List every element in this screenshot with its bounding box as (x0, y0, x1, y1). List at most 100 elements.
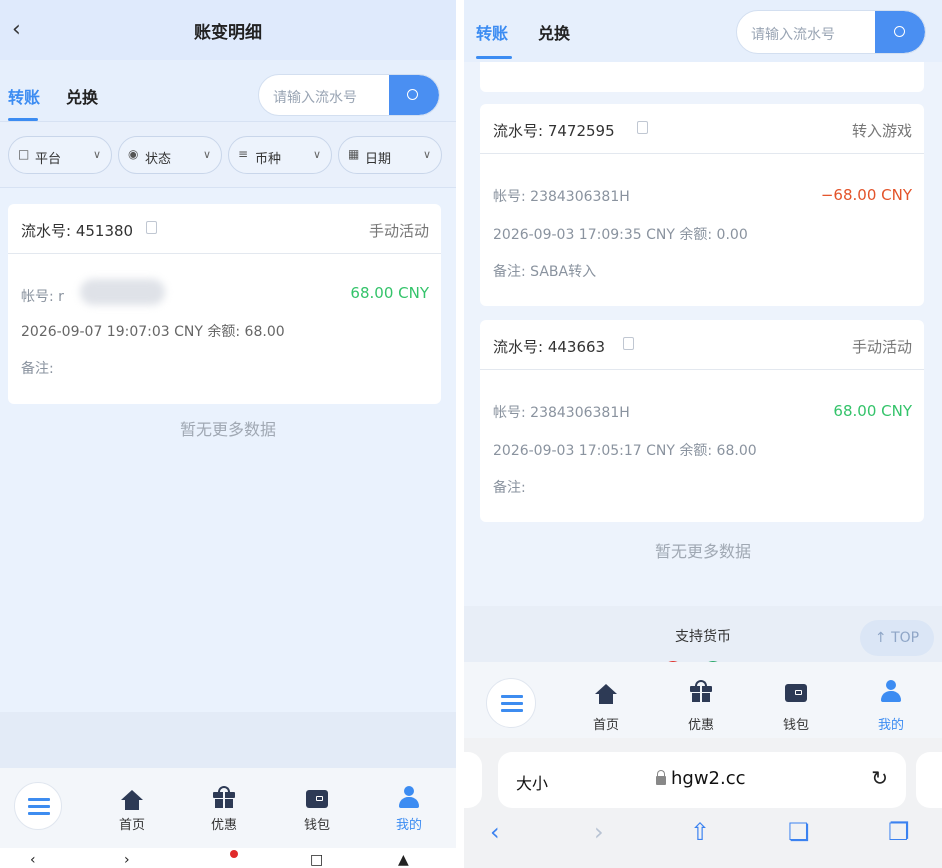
chevron-down-icon: ∨ (92, 148, 101, 161)
gift-icon (213, 786, 235, 808)
tab-transfer[interactable]: 转账 (476, 20, 508, 44)
bookmarks-icon[interactable]: ❏ (788, 818, 810, 846)
left-screen: ‹ 账变明细 转账 兑换 请输入流水号 □ 平台 ∨ ◉ 状态 ∨ ≡ 币种 ∨ (0, 0, 456, 868)
tabs-icon[interactable]: ▲ (398, 852, 409, 868)
tab-exchange[interactable]: 兑换 (538, 20, 570, 44)
prev-tab-edge (464, 752, 482, 808)
back-arrow-icon[interactable]: ‹ (490, 818, 500, 846)
amount: 68.00 CNY (350, 284, 429, 302)
filter-platform[interactable]: □ 平台 ∨ (8, 136, 112, 174)
amount: 68.00 CNY (833, 402, 912, 420)
nav-mine-label: 我的 (395, 818, 422, 833)
url-text[interactable]: hgw2.cc (671, 768, 746, 789)
previous-card-bottom (480, 62, 924, 92)
calendar-icon: ▦ (348, 147, 360, 161)
search-input[interactable]: 请输入流水号 (273, 87, 357, 107)
search-button[interactable] (389, 75, 439, 115)
menu-icon-bar (28, 805, 50, 808)
nav-mine[interactable]: 我的 (856, 662, 926, 738)
record-type: 转入游戏 (851, 122, 912, 140)
nav-promotions-label: 优惠 (210, 818, 237, 833)
nav-wallet-label: 钱包 (782, 718, 809, 733)
search-input[interactable]: 请输入流水号 (751, 24, 835, 44)
record-card-header: 流水号: 443663 手动活动 (480, 320, 924, 370)
remark: 备注: (21, 361, 54, 377)
nav-home[interactable]: 首页 (97, 768, 167, 848)
datetime-balance: 2026-09-03 17:09:35 CNY 余额: 0.00 (493, 227, 748, 243)
monitor-icon: □ (18, 147, 30, 161)
record-card: 流水号: 443663 手动活动 帐号: 2384306381H 68.00 C… (480, 320, 924, 522)
coin-stack-icon: ≡ (238, 147, 249, 161)
spacer-band (0, 712, 456, 768)
menu-button[interactable] (486, 678, 536, 728)
search-box: 请输入流水号 (736, 10, 926, 54)
filter-status[interactable]: ◉ 状态 ∨ (118, 136, 222, 174)
tab-transfer[interactable]: 转账 (8, 84, 40, 108)
tab-row: 转账 兑换 请输入流水号 (464, 0, 942, 62)
filter-date-label: 日期 (365, 152, 392, 167)
amount: −68.00 CNY (820, 186, 912, 204)
home-icon (121, 790, 143, 810)
nav-home-label: 首页 (118, 818, 145, 833)
reload-icon[interactable]: ↻ (871, 766, 888, 790)
chevron-down-icon: ∨ (312, 148, 321, 161)
copy-icon[interactable] (623, 337, 634, 350)
chevron-down-icon: ∨ (422, 148, 431, 161)
remark: 备注: SABA转入 (493, 264, 597, 280)
notification-dot (230, 850, 238, 858)
serial-number: 流水号: 451380 (21, 222, 134, 240)
copy-icon[interactable] (637, 121, 648, 134)
search-button[interactable] (875, 11, 925, 53)
forward-arrow-icon[interactable]: › (124, 852, 130, 868)
browser-chrome: 大小 hgw2.cc ↻ ‹ › ⇧ ❏ ❐ (464, 738, 942, 868)
record-type: 手动活动 (851, 338, 912, 356)
user-icon (880, 680, 902, 702)
active-tab-underline (8, 118, 38, 121)
user-icon (398, 786, 420, 808)
gift-icon (690, 680, 712, 702)
right-screen: 转账 兑换 请输入流水号 流水号: 7472595 转入游戏 帐号: 23843… (464, 0, 942, 868)
nav-wallet[interactable]: 钱包 (282, 768, 352, 848)
search-icon (407, 89, 418, 100)
share-icon[interactable]: ⇧ (690, 818, 710, 846)
record-card: 流水号: 451380 手动活动 帐号: r 68.00 CNY 2026-09… (8, 204, 441, 404)
nav-home-label: 首页 (592, 718, 619, 733)
nav-mine[interactable]: 我的 (374, 768, 444, 848)
back-arrow-icon[interactable]: ‹ (30, 852, 36, 868)
record-card-header: 流水号: 451380 手动活动 (8, 204, 441, 254)
home-icon (595, 684, 617, 704)
filter-bar: □ 平台 ∨ ◉ 状态 ∨ ≡ 币种 ∨ ▦ 日期 ∨ (0, 122, 456, 188)
remark: 备注: (493, 480, 526, 496)
filter-date[interactable]: ▦ 日期 ∨ (338, 136, 442, 174)
nav-home[interactable]: 首页 (571, 662, 641, 738)
filter-currency[interactable]: ≡ 币种 ∨ (228, 136, 332, 174)
bookmark-icon[interactable]: □ (310, 852, 323, 868)
account-number: 帐号: r (21, 289, 64, 305)
bottom-nav: 首页 优惠 钱包 我的 (0, 768, 456, 848)
record-card-header: 流水号: 7472595 转入游戏 (480, 104, 924, 154)
nav-wallet[interactable]: 钱包 (761, 662, 831, 738)
tab-exchange[interactable]: 兑换 (66, 84, 98, 108)
nav-mine-label: 我的 (877, 718, 904, 733)
nav-promotions-label: 优惠 (687, 718, 714, 733)
tabs-icon[interactable]: ❐ (888, 818, 910, 846)
next-tab-edge (916, 752, 942, 808)
serial-number: 流水号: 7472595 (493, 122, 615, 140)
record-card: 流水号: 7472595 转入游戏 帐号: 2384306381H −68.00… (480, 104, 924, 306)
record-type: 手动活动 (368, 222, 429, 240)
menu-icon-bar (501, 702, 523, 705)
copy-icon[interactable] (146, 221, 157, 234)
menu-button[interactable] (14, 782, 62, 830)
search-icon (894, 26, 905, 37)
nav-promotions[interactable]: 优惠 (189, 768, 259, 848)
search-box: 请输入流水号 (258, 74, 440, 116)
lock-icon (656, 770, 666, 785)
menu-icon-bar (28, 812, 50, 815)
text-size-button[interactable]: 大小 (516, 770, 548, 794)
nav-promotions[interactable]: 优惠 (666, 662, 736, 738)
page-title: 账变明细 (194, 23, 262, 43)
address-bar[interactable]: 大小 hgw2.cc ↻ (498, 752, 906, 808)
scroll-top-button[interactable]: ↑ TOP (860, 620, 934, 656)
filter-status-label: 状态 (145, 152, 172, 167)
nav-wallet-label: 钱包 (303, 818, 330, 833)
